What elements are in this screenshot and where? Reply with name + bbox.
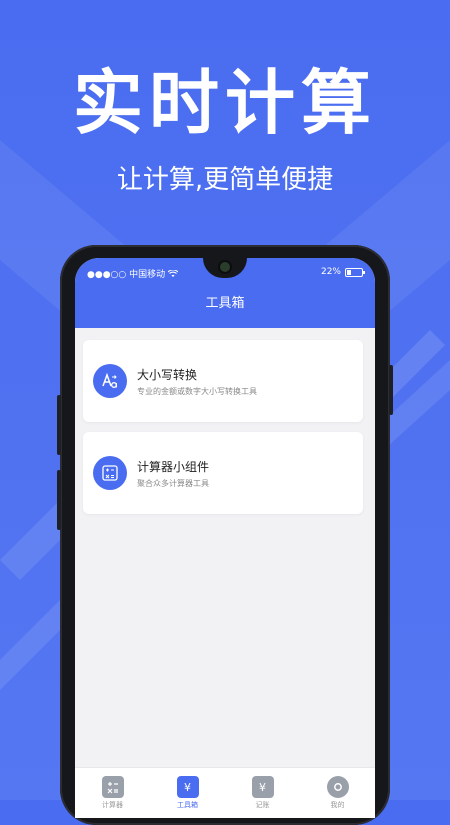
yen-ledger-icon: ¥ [251,776,274,798]
card-title: 计算器小组件 [137,460,210,474]
page-title: 工具箱 [205,296,245,311]
tab-ledger[interactable]: ¥ 记账 [225,768,300,818]
phone-volume-button [57,470,61,530]
tab-label: 记账 [255,801,270,809]
camera-icon [220,262,230,272]
gear-icon [326,776,349,798]
card-title: 大小写转换 [137,368,198,382]
bottom-tab-bar: 计算器 ¥ 工具箱 ¥ 记账 我的 [75,767,375,818]
yen-toolbox-icon: ¥ [176,776,199,798]
phone-power-button [389,365,393,415]
promo-subtitle: 让计算,更简单便捷 [116,165,334,195]
carrier-label: ●●●○○ 中国移动 [87,270,166,280]
tab-mine[interactable]: 我的 [300,768,375,818]
phone-volume-button [57,395,61,455]
wifi-icon [168,269,179,277]
phone-frame: ●●●○○ 中国移动 22% 工具箱 大小写转换 专业的金额或数字大小写转换工具… [57,245,393,825]
tab-toolbox[interactable]: ¥ 工具箱 [150,768,225,818]
battery-icon [345,267,365,277]
calculator-icon [93,456,127,490]
app-header: 工具箱 [75,286,375,328]
card-description: 专业的金额或数字大小写转换工具 [137,387,257,396]
promo-title: 实时计算 [73,62,377,144]
tab-label: 计算器 [102,801,123,809]
app-screen: ●●●○○ 中国移动 22% 工具箱 大小写转换 专业的金额或数字大小写转换工具… [75,258,375,818]
card-description: 聚合众多计算器工具 [137,479,209,488]
tool-card-calculator-widget[interactable]: 计算器小组件 聚合众多计算器工具 [83,432,363,514]
tab-label: 我的 [330,801,345,809]
tab-label: 工具箱 [177,801,198,809]
calculator-icon [101,776,124,798]
tool-card-case-convert[interactable]: 大小写转换 专业的金额或数字大小写转换工具 [83,340,363,422]
battery-percent: 22% [320,267,341,277]
tab-calculator[interactable]: 计算器 [75,768,150,818]
text-case-icon [93,364,127,398]
